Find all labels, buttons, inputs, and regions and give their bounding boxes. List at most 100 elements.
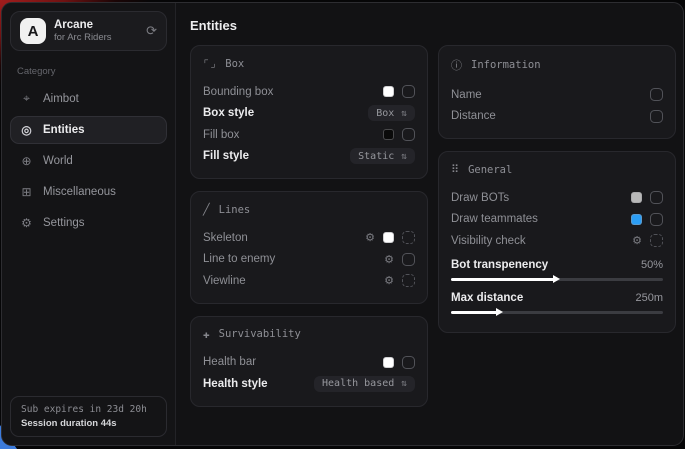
health-style-dropdown[interactable]: Health based ⇅ bbox=[314, 376, 415, 392]
info-icon: ⓘ bbox=[451, 57, 462, 73]
setting-row-visibility-check: Visibility check ⚙ bbox=[451, 230, 663, 252]
crosshair-icon: ⌖ bbox=[20, 91, 33, 106]
color-swatch[interactable] bbox=[383, 357, 394, 368]
fill-style-dropdown[interactable]: Static ⇅ bbox=[350, 148, 415, 164]
sidebar-nav: ⌖ Aimbot ◎ Entities ⊕ World ⊞ Miscellane… bbox=[10, 84, 167, 237]
brand-text: Arcane for Arc Riders bbox=[54, 18, 112, 44]
panel-lines-header: ╱ Lines bbox=[203, 203, 415, 216]
box-style-dropdown[interactable]: Box ⇅ bbox=[368, 105, 415, 121]
setting-label: Health bar bbox=[203, 356, 383, 368]
setting-label: Draw teammates bbox=[451, 213, 631, 225]
setting-row-viewline: Viewline ⚙ bbox=[203, 270, 415, 292]
panel-box-header: ⌜⌟ Box bbox=[203, 57, 415, 70]
slider-row-bot-transpenency: Bot transpenency 50% bbox=[451, 255, 663, 281]
slider-fill bbox=[451, 311, 500, 314]
slider-fill bbox=[451, 278, 557, 281]
setting-label: Box style bbox=[203, 107, 368, 119]
panel-general-header: ⠿ General bbox=[451, 163, 663, 176]
main-content: Entities ⌜⌟ Box Bounding box Box bbox=[176, 3, 683, 445]
panel-survivability: ✚ Survivability Health bar Health style … bbox=[190, 316, 428, 407]
color-swatch[interactable] bbox=[631, 192, 642, 203]
color-swatch[interactable] bbox=[383, 232, 394, 243]
page-title: Entities bbox=[190, 18, 669, 33]
setting-label: Name bbox=[451, 89, 650, 101]
max-distance-slider[interactable] bbox=[451, 311, 663, 314]
checkbox[interactable] bbox=[402, 274, 415, 287]
slider-thumb[interactable] bbox=[496, 308, 503, 316]
refresh-icon[interactable]: ⟳ bbox=[146, 23, 157, 39]
panel-title: Information bbox=[471, 59, 541, 71]
color-swatch[interactable] bbox=[383, 86, 394, 97]
setting-label: Line to enemy bbox=[203, 253, 384, 265]
checkbox[interactable] bbox=[650, 110, 663, 123]
slider-label: Bot transpenency bbox=[451, 259, 641, 271]
dropdown-value: Static bbox=[358, 151, 394, 162]
chevron-updown-icon: ⇅ bbox=[401, 151, 407, 162]
slider-value: 50% bbox=[641, 259, 663, 271]
sidebar-item-label: World bbox=[43, 155, 73, 167]
setting-row-fill-box: Fill box bbox=[203, 124, 415, 146]
session-duration-text: Session duration 44s bbox=[21, 418, 156, 429]
sidebar-item-world[interactable]: ⊕ World bbox=[10, 147, 167, 175]
sidebar-item-entities[interactable]: ◎ Entities bbox=[10, 116, 167, 144]
app-name: Arcane bbox=[54, 18, 112, 32]
diagonal-line-icon: ╱ bbox=[203, 203, 210, 216]
panel-columns: ⌜⌟ Box Bounding box Box style Box ⇅ bbox=[190, 45, 669, 407]
sidebar-item-miscellaneous[interactable]: ⊞ Miscellaneous bbox=[10, 178, 167, 206]
checkbox[interactable] bbox=[650, 191, 663, 204]
setting-label: Draw BOTs bbox=[451, 192, 631, 204]
checkbox[interactable] bbox=[650, 234, 663, 247]
gear-icon[interactable]: ⚙ bbox=[632, 234, 642, 247]
setting-row-bounding-box: Bounding box bbox=[203, 81, 415, 103]
gear-icon[interactable]: ⚙ bbox=[384, 274, 394, 287]
brand-card: A Arcane for Arc Riders ⟳ bbox=[10, 11, 167, 51]
gear-icon[interactable]: ⚙ bbox=[384, 253, 394, 266]
panel-box: ⌜⌟ Box Bounding box Box style Box ⇅ bbox=[190, 45, 428, 179]
dropdown-value: Health based bbox=[322, 378, 394, 389]
checkbox[interactable] bbox=[402, 128, 415, 141]
setting-row-box-style: Box style Box ⇅ bbox=[203, 103, 415, 125]
app-window: A Arcane for Arc Riders ⟳ Category ⌖ Aim… bbox=[1, 2, 684, 446]
slider-row-max-distance: Max distance 250m bbox=[451, 288, 663, 314]
checkbox[interactable] bbox=[402, 231, 415, 244]
panel-information: ⓘ Information Name Distance bbox=[438, 45, 676, 139]
grid-icon: ⊞ bbox=[20, 185, 33, 199]
setting-label: Bounding box bbox=[203, 86, 383, 98]
globe-icon: ⊕ bbox=[20, 154, 33, 168]
cross-icon: ✚ bbox=[203, 328, 210, 341]
checkbox[interactable] bbox=[402, 253, 415, 266]
panel-title: Lines bbox=[219, 204, 251, 216]
box-icon: ⌜⌟ bbox=[203, 57, 216, 70]
sidebar: A Arcane for Arc Riders ⟳ Category ⌖ Aim… bbox=[2, 3, 176, 445]
panel-general: ⠿ General Draw BOTs Draw teammates bbox=[438, 151, 676, 333]
checkbox[interactable] bbox=[650, 88, 663, 101]
sidebar-item-settings[interactable]: ⚙ Settings bbox=[10, 209, 167, 237]
sidebar-item-aimbot[interactable]: ⌖ Aimbot bbox=[10, 84, 167, 113]
setting-label: Fill style bbox=[203, 150, 350, 162]
setting-row-skeleton: Skeleton ⚙ bbox=[203, 227, 415, 249]
setting-row-fill-style: Fill style Static ⇅ bbox=[203, 146, 415, 168]
bot-transpenency-slider[interactable] bbox=[451, 278, 663, 281]
setting-row-distance: Distance bbox=[451, 106, 663, 128]
setting-row-draw-teammates: Draw teammates bbox=[451, 209, 663, 231]
sidebar-item-label: Entities bbox=[43, 124, 85, 136]
entities-icon: ◎ bbox=[20, 123, 33, 137]
checkbox[interactable] bbox=[402, 85, 415, 98]
setting-row-line-to-enemy: Line to enemy ⚙ bbox=[203, 249, 415, 271]
sidebar-item-label: Aimbot bbox=[43, 93, 79, 105]
checkbox[interactable] bbox=[402, 356, 415, 369]
sidebar-item-label: Miscellaneous bbox=[43, 186, 116, 198]
slider-value: 250m bbox=[635, 292, 663, 304]
setting-label: Visibility check bbox=[451, 235, 632, 247]
slider-thumb[interactable] bbox=[553, 275, 560, 283]
subscription-card: Sub expires in 23d 20h Session duration … bbox=[10, 396, 167, 437]
setting-row-draw-bots: Draw BOTs bbox=[451, 187, 663, 209]
gear-icon[interactable]: ⚙ bbox=[365, 231, 375, 244]
setting-label: Fill box bbox=[203, 129, 383, 141]
category-label: Category bbox=[17, 66, 160, 77]
chevron-updown-icon: ⇅ bbox=[401, 108, 407, 119]
color-swatch[interactable] bbox=[631, 214, 642, 225]
color-swatch[interactable] bbox=[383, 129, 394, 140]
app-subtitle: for Arc Riders bbox=[54, 32, 112, 44]
checkbox[interactable] bbox=[650, 213, 663, 226]
